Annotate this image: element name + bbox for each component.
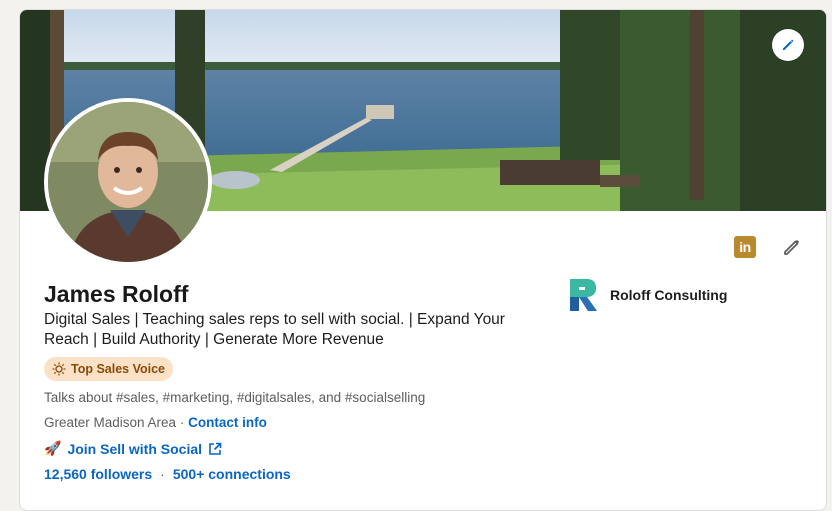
top-sales-voice-badge[interactable]: Top Sales Voice bbox=[44, 357, 174, 381]
stats-separator: · bbox=[160, 466, 165, 482]
connections-link[interactable]: 500+ connections bbox=[173, 466, 291, 482]
edit-profile-button[interactable] bbox=[780, 235, 804, 259]
profile-name: James Roloff bbox=[44, 281, 189, 307]
profile-headline: Digital Sales | Teaching sales reps to s… bbox=[44, 311, 505, 348]
profile-stats: 12,560 followers · 500+ connections bbox=[44, 466, 291, 482]
edit-banner-button[interactable] bbox=[772, 29, 804, 61]
profile-actions: in bbox=[734, 235, 804, 259]
company-logo bbox=[570, 279, 597, 311]
current-company[interactable]: Roloff Consulting bbox=[570, 279, 727, 311]
profile-card: in James Roloff Digital Sales | Teaching… bbox=[19, 9, 827, 511]
location-separator: · bbox=[176, 415, 189, 430]
location-row: Greater Madison Area · Contact info bbox=[44, 415, 267, 430]
talks-about: Talks about #sales, #marketing, #digital… bbox=[44, 390, 426, 405]
linkedin-icon[interactable]: in bbox=[734, 236, 756, 258]
join-sell-with-social-link[interactable]: 🚀 Join Sell with Social bbox=[44, 440, 222, 457]
rocket-icon: 🚀 bbox=[44, 440, 62, 456]
external-link-icon bbox=[209, 442, 222, 455]
contact-info-link[interactable]: Contact info bbox=[188, 415, 267, 430]
join-label: Join Sell with Social bbox=[67, 440, 203, 457]
badge-label: Top Sales Voice bbox=[71, 362, 166, 376]
location-text: Greater Madison Area bbox=[44, 415, 177, 430]
followers-link[interactable]: 12,560 followers bbox=[44, 466, 152, 482]
avatar[interactable] bbox=[44, 98, 212, 266]
pencil-icon bbox=[783, 39, 794, 50]
sun-icon bbox=[52, 362, 66, 376]
company-name: Roloff Consulting bbox=[610, 287, 728, 303]
pencil-icon bbox=[784, 239, 800, 255]
profile-photo bbox=[48, 102, 208, 262]
